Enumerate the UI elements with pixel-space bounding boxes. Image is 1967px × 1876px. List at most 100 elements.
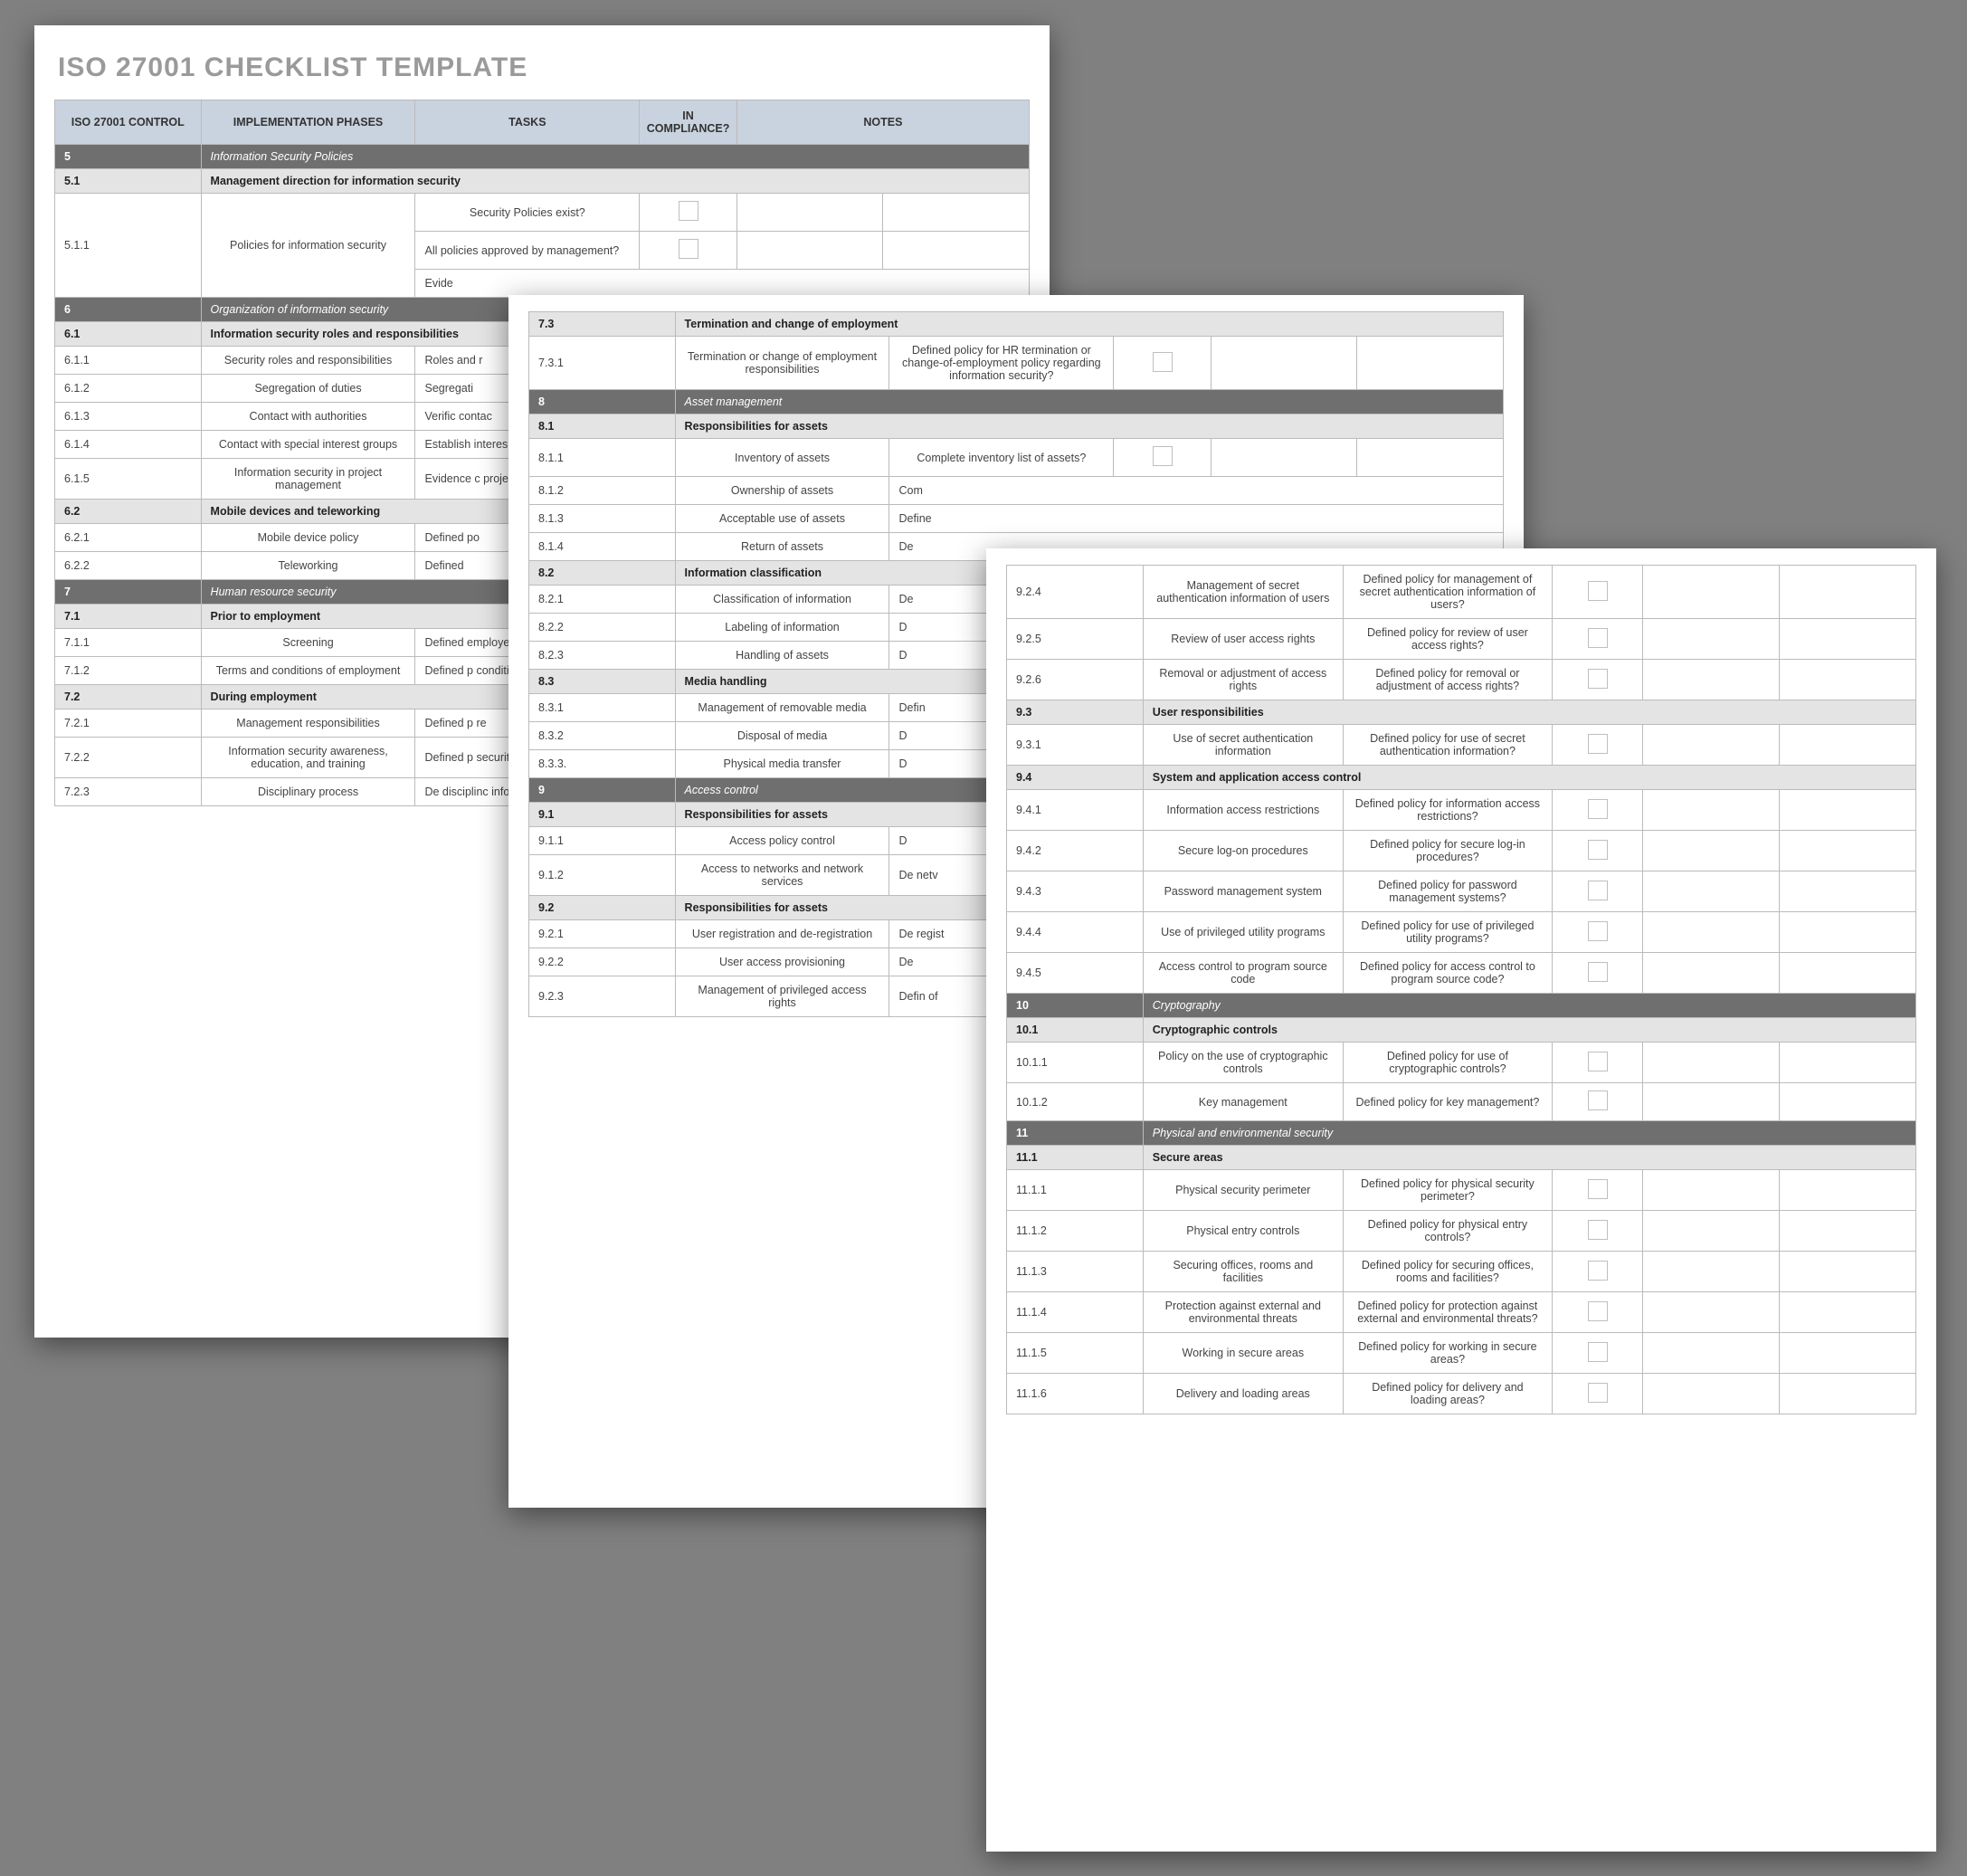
compliance-checkbox[interactable] <box>1588 1090 1608 1110</box>
compliance-checkbox[interactable] <box>1588 1220 1608 1240</box>
notes-cell[interactable] <box>1357 337 1504 390</box>
notes-cell[interactable] <box>1780 660 1916 700</box>
compliance-checkbox[interactable] <box>1588 1342 1608 1362</box>
subsection-id: 7.3 <box>529 312 676 337</box>
notes-cell[interactable] <box>1780 566 1916 619</box>
notes-cell[interactable] <box>1780 619 1916 660</box>
notes-cell[interactable] <box>1643 912 1780 953</box>
control-id: 9.2.2 <box>529 948 676 976</box>
notes-cell[interactable] <box>1780 1170 1916 1211</box>
notes-cell[interactable] <box>1211 337 1357 390</box>
phase-cell: Management of removable media <box>675 694 889 722</box>
control-id: 8.1.3 <box>529 505 676 533</box>
compliance-checkbox[interactable] <box>1588 840 1608 860</box>
notes-cell[interactable] <box>1780 912 1916 953</box>
control-id: 11.1.5 <box>1007 1333 1144 1374</box>
control-id: 11.1.2 <box>1007 1211 1144 1252</box>
notes-cell[interactable] <box>1211 439 1357 477</box>
checklist-table-3: 9.2.4Management of secret authentication… <box>1006 565 1916 1414</box>
notes-cell[interactable] <box>1780 725 1916 766</box>
compliance-checkbox[interactable] <box>1588 628 1608 648</box>
phase-cell: Disposal of media <box>675 722 889 750</box>
notes-cell[interactable] <box>1780 1211 1916 1252</box>
notes-cell[interactable] <box>1643 619 1780 660</box>
notes-cell[interactable] <box>1643 1083 1780 1121</box>
notes-cell[interactable] <box>1643 831 1780 871</box>
compliance-checkbox[interactable] <box>1588 799 1608 819</box>
control-id: 6.1.3 <box>55 403 202 431</box>
compliance-checkbox[interactable] <box>679 201 698 221</box>
subsection-label: Responsibilities for assets <box>675 414 1503 439</box>
table-row: 9.4.5Access control to program source co… <box>1007 953 1916 994</box>
task-cell: Defined policy for key management? <box>1343 1083 1552 1121</box>
notes-cell[interactable] <box>1357 439 1504 477</box>
task-cell: Defined policy for physical entry contro… <box>1343 1211 1552 1252</box>
subsection-label: Management direction for information sec… <box>201 169 1029 194</box>
notes-cell[interactable] <box>1643 660 1780 700</box>
compliance-cell <box>1552 1043 1643 1083</box>
notes-cell[interactable] <box>1780 831 1916 871</box>
notes-cell[interactable] <box>1643 1374 1780 1414</box>
notes-cell[interactable] <box>1780 953 1916 994</box>
compliance-checkbox[interactable] <box>1588 1301 1608 1321</box>
subsection-id: 8.1 <box>529 414 676 439</box>
notes-cell[interactable] <box>883 232 1030 270</box>
subsection-row: 9.4System and application access control <box>1007 766 1916 790</box>
phase-cell: Physical media transfer <box>675 750 889 778</box>
notes-cell[interactable] <box>1643 1211 1780 1252</box>
section-id: 10 <box>1007 994 1144 1018</box>
compliance-checkbox[interactable] <box>1588 962 1608 982</box>
notes-cell[interactable] <box>1780 1043 1916 1083</box>
phase-cell: Classification of information <box>675 586 889 614</box>
notes-cell[interactable] <box>1780 1083 1916 1121</box>
notes-cell[interactable] <box>1643 725 1780 766</box>
subsection-id: 9.4 <box>1007 766 1144 790</box>
subsection-id: 8.2 <box>529 561 676 586</box>
task-cell: Defined policy for use of cryptographic … <box>1343 1043 1552 1083</box>
notes-cell[interactable] <box>1780 1333 1916 1374</box>
notes-cell[interactable] <box>1780 790 1916 831</box>
subsection-row: 7.3Termination and change of employment <box>529 312 1504 337</box>
notes-cell[interactable] <box>1780 871 1916 912</box>
task-cell: All policies approved by management? <box>415 232 640 270</box>
notes-cell[interactable] <box>736 194 883 232</box>
task-cell: Defined policy for physical security per… <box>1343 1170 1552 1211</box>
task-cell: Defined policy for protection against ex… <box>1343 1292 1552 1333</box>
table-row: 11.1.5Working in secure areasDefined pol… <box>1007 1333 1916 1374</box>
compliance-checkbox[interactable] <box>1588 921 1608 941</box>
notes-cell[interactable] <box>1643 1333 1780 1374</box>
control-id: 10.1.1 <box>1007 1043 1144 1083</box>
notes-cell[interactable] <box>1643 1252 1780 1292</box>
notes-cell[interactable] <box>1643 1292 1780 1333</box>
compliance-checkbox[interactable] <box>1588 1052 1608 1071</box>
table-row: 10.1.1Policy on the use of cryptographic… <box>1007 1043 1916 1083</box>
notes-cell[interactable] <box>1780 1292 1916 1333</box>
compliance-cell <box>1552 660 1643 700</box>
control-id: 8.2.2 <box>529 614 676 642</box>
notes-cell[interactable] <box>1643 1170 1780 1211</box>
notes-cell[interactable] <box>736 232 883 270</box>
control-id: 9.1.1 <box>529 827 676 855</box>
notes-cell[interactable] <box>1643 566 1780 619</box>
notes-cell[interactable] <box>1643 953 1780 994</box>
compliance-checkbox[interactable] <box>1588 734 1608 754</box>
compliance-checkbox[interactable] <box>1153 352 1173 372</box>
notes-cell[interactable] <box>1643 871 1780 912</box>
compliance-checkbox[interactable] <box>1588 581 1608 601</box>
notes-cell[interactable] <box>883 194 1030 232</box>
compliance-checkbox[interactable] <box>1588 669 1608 689</box>
compliance-checkbox[interactable] <box>1588 1261 1608 1281</box>
table-row: 9.4.3Password management systemDefined p… <box>1007 871 1916 912</box>
notes-cell[interactable] <box>1643 1043 1780 1083</box>
notes-cell[interactable] <box>1780 1252 1916 1292</box>
compliance-checkbox[interactable] <box>679 239 698 259</box>
compliance-cell <box>1114 439 1212 477</box>
control-id: 7.3.1 <box>529 337 676 390</box>
compliance-checkbox[interactable] <box>1153 446 1173 466</box>
compliance-checkbox[interactable] <box>1588 881 1608 900</box>
compliance-checkbox[interactable] <box>1588 1179 1608 1199</box>
compliance-checkbox[interactable] <box>1588 1383 1608 1403</box>
section-label: Asset management <box>675 390 1503 414</box>
notes-cell[interactable] <box>1780 1374 1916 1414</box>
notes-cell[interactable] <box>1643 790 1780 831</box>
